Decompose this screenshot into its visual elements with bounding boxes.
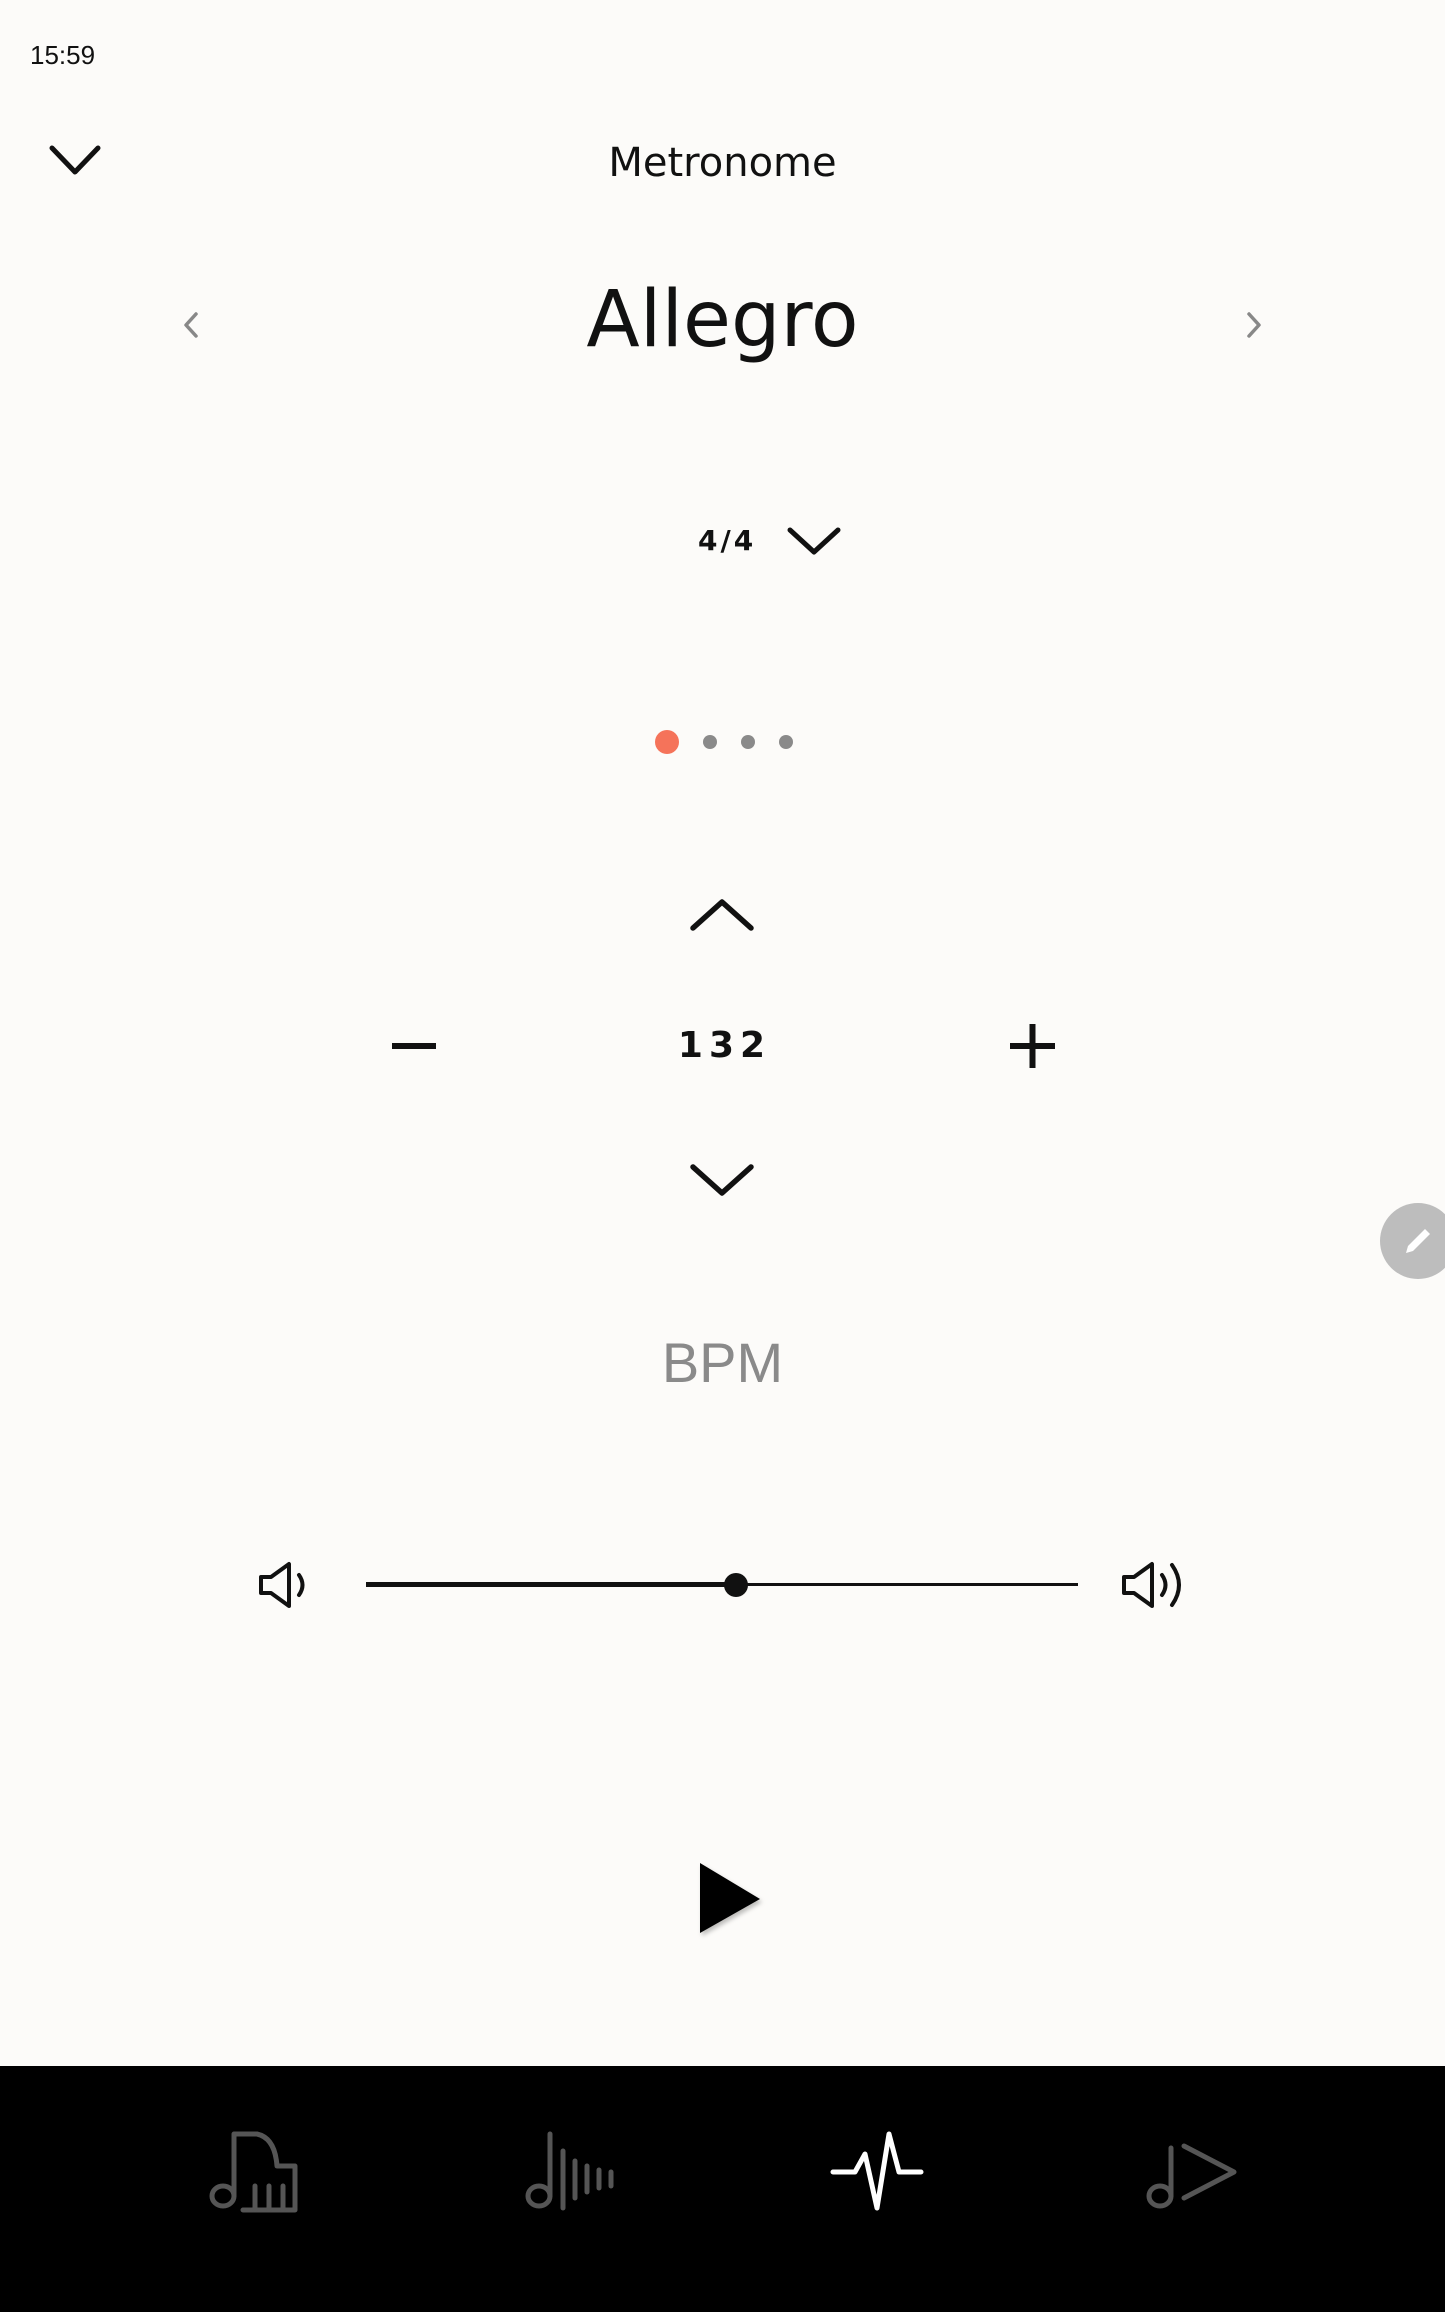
tempo-increase-button[interactable] bbox=[685, 890, 760, 940]
chevron-down-icon bbox=[787, 527, 841, 555]
pulse-icon bbox=[830, 2131, 924, 2211]
beat-dot bbox=[702, 735, 717, 749]
edit-button[interactable] bbox=[1380, 1203, 1445, 1279]
volume-thumb[interactable] bbox=[724, 1573, 749, 1597]
preset-name: Allegro bbox=[586, 275, 859, 365]
pencil-icon bbox=[1406, 1229, 1430, 1253]
beat-dot bbox=[740, 735, 755, 749]
chevron-right-icon bbox=[1247, 312, 1261, 338]
speaker-low-icon bbox=[259, 1562, 305, 1608]
nav-item-metronome[interactable] bbox=[822, 2121, 932, 2221]
beat-dot bbox=[654, 730, 679, 754]
plus-icon bbox=[1010, 1024, 1055, 1068]
nav-item-piano[interactable] bbox=[200, 2121, 310, 2221]
piano-note-icon bbox=[209, 2131, 298, 2213]
status-bar-time: 15:59 bbox=[30, 40, 96, 70]
chevron-up-icon bbox=[690, 899, 754, 931]
time-signature-selector[interactable]: 4/4 bbox=[650, 510, 850, 570]
beat-dot bbox=[778, 735, 793, 749]
tempo-decrease-button[interactable] bbox=[685, 1155, 760, 1205]
tempo-plus-button[interactable] bbox=[1000, 1010, 1065, 1080]
volume-fill bbox=[366, 1582, 737, 1587]
beat-indicator bbox=[0, 730, 1445, 754]
nav-item-practice[interactable] bbox=[1137, 2121, 1247, 2221]
chevron-down-icon bbox=[690, 1164, 754, 1196]
play-button[interactable] bbox=[690, 1855, 770, 1940]
volume-low-button[interactable] bbox=[255, 1555, 320, 1615]
play-icon bbox=[700, 1863, 760, 1933]
metronome-screen: 15:59 Metronome Allegro 4/4 132 BPM bbox=[0, 0, 1445, 2312]
volume-high-button[interactable] bbox=[1118, 1555, 1198, 1615]
speaker-high-icon bbox=[1122, 1562, 1181, 1608]
next-preset-button[interactable] bbox=[1235, 300, 1275, 350]
note-play-icon bbox=[1146, 2143, 1237, 2209]
bpm-unit-label: BPM bbox=[661, 1331, 784, 1394]
page-title: Metronome bbox=[608, 140, 837, 186]
volume-slider[interactable] bbox=[366, 1560, 1078, 1610]
nav-item-tuner[interactable] bbox=[514, 2121, 624, 2221]
time-signature-value: 4/4 bbox=[698, 523, 757, 557]
note-wave-icon bbox=[525, 2131, 614, 2211]
tempo-value[interactable]: 132 bbox=[0, 1025, 1445, 1066]
bottom-navigation bbox=[0, 2066, 1445, 2312]
